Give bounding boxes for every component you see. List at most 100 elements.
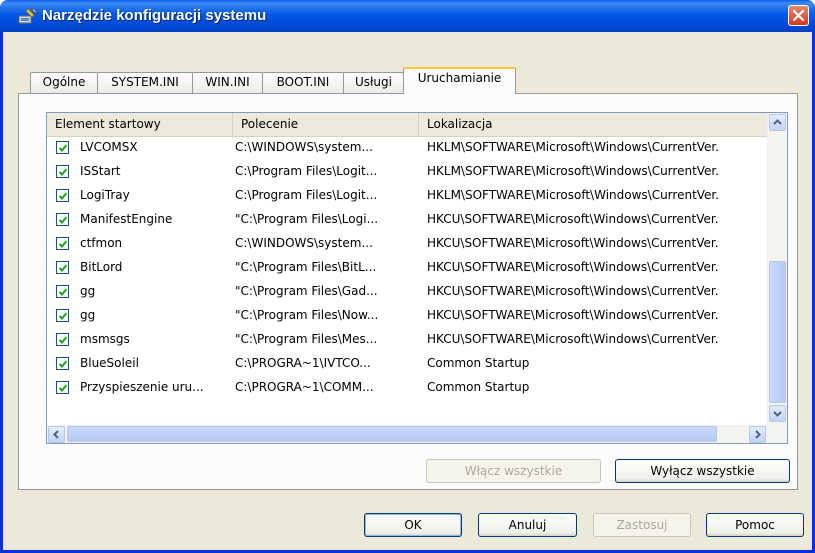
tab-services[interactable]: Usługi <box>343 72 404 93</box>
checkmark-icon <box>58 264 68 272</box>
horizontal-scroll-thumb[interactable] <box>67 426 717 442</box>
startup-item-command: C:\PROGRA~1\IVTCO... <box>235 356 371 370</box>
startup-item-location: Common Startup <box>427 380 530 394</box>
checkmark-icon <box>58 168 68 176</box>
startup-item-name: gg <box>80 284 96 298</box>
table-row[interactable]: ManifestEngine "C:\Program Files\Logi... H… <box>47 209 767 233</box>
startup-item-location: HKCU\SOFTWARE\Microsoft\Windows\CurrentV… <box>427 332 719 346</box>
enable-all-button[interactable]: Włącz wszystkie <box>426 459 601 483</box>
tab-label: SYSTEM.INI <box>111 75 179 89</box>
startup-item-checkbox[interactable] <box>56 309 69 322</box>
help-button[interactable]: Pomoc <box>706 513 804 537</box>
checkmark-icon <box>58 360 68 368</box>
tab-label: Ogólne <box>42 75 86 89</box>
scroll-right-button[interactable] <box>749 426 766 443</box>
checkmark-icon <box>58 216 68 224</box>
tab-label: WIN.INI <box>205 75 250 89</box>
tab-system-ini[interactable]: SYSTEM.INI <box>97 72 193 93</box>
table-row[interactable]: msmsgs "C:\Program Files\Mes... HKCU\SOFTW… <box>47 329 767 353</box>
table-row[interactable]: ISStart C:\Program Files\Logit... HKLM\SOF… <box>47 161 767 185</box>
title-bar[interactable]: Narzędzie konfiguracji systemu <box>0 0 815 32</box>
column-header-startup-item[interactable]: Element startowy <box>47 113 233 136</box>
startup-item-name: BlueSoleil <box>80 356 139 370</box>
checkmark-icon <box>58 336 68 344</box>
startup-item-command: C:\WINDOWS\system... <box>235 140 373 154</box>
disable-all-button[interactable]: Wyłącz wszystkie <box>615 459 790 483</box>
startup-item-command: "C:\Program Files\BitL... <box>235 260 377 274</box>
ok-button[interactable]: OK <box>364 513 462 537</box>
startup-item-checkbox[interactable] <box>56 261 69 274</box>
tab-startup[interactable]: Uruchamianie <box>403 67 516 94</box>
dialog-window: Narzędzie konfiguracji systemu Ogólne SY… <box>0 0 815 553</box>
startup-item-command: C:\Program Files\Logit... <box>235 164 378 178</box>
cancel-button[interactable]: Anuluj <box>478 513 577 537</box>
checkmark-icon <box>58 384 68 392</box>
startup-item-name: msmsgs <box>80 332 130 346</box>
tab-general[interactable]: Ogólne <box>30 72 98 93</box>
window-title: Narzędzie konfiguracji systemu <box>42 7 267 24</box>
column-header-command[interactable]: Polecenie <box>233 113 419 136</box>
startup-item-checkbox[interactable] <box>56 285 69 298</box>
tab-boot-ini[interactable]: BOOT.INI <box>262 72 344 93</box>
close-icon <box>792 9 805 22</box>
table-row[interactable]: gg "C:\Program Files\Now... HKCU\SOFTWARE\… <box>47 305 767 329</box>
close-button[interactable] <box>788 5 809 26</box>
startup-item-name: LogiTray <box>80 188 130 202</box>
startup-item-checkbox[interactable] <box>56 141 69 154</box>
startup-item-checkbox[interactable] <box>56 213 69 226</box>
horizontal-scrollbar[interactable] <box>47 425 787 443</box>
checkmark-icon <box>58 288 68 296</box>
startup-item-location: HKCU\SOFTWARE\Microsoft\Windows\CurrentV… <box>427 284 719 298</box>
table-row[interactable]: Przyspieszenie uru... C:\PROGRA~1\COMM...… <box>47 377 767 401</box>
table-row[interactable]: gg "C:\Program Files\Gad... HKCU\SOFTWARE\… <box>47 281 767 305</box>
startup-item-checkbox[interactable] <box>56 357 69 370</box>
startup-item-command: C:\WINDOWS\system... <box>235 236 373 250</box>
scroll-left-button[interactable] <box>48 426 65 443</box>
startup-item-command: "C:\Program Files\Mes... <box>235 332 378 346</box>
startup-item-command: "C:\Program Files\Now... <box>235 308 379 322</box>
tab-win-ini[interactable]: WIN.INI <box>192 72 263 93</box>
startup-item-checkbox[interactable] <box>56 165 69 178</box>
vertical-scroll-thumb[interactable] <box>769 261 786 403</box>
startup-item-location: HKLM\SOFTWARE\Microsoft\Windows\CurrentV… <box>427 164 720 178</box>
table-row[interactable]: LogiTray C:\Program Files\Logit... HKLM\SO… <box>47 185 767 209</box>
table-row[interactable]: BitLord "C:\Program Files\BitL... HKCU\SOF… <box>47 257 767 281</box>
startup-item-command: "C:\Program Files\Logi... <box>235 212 379 226</box>
list-header: Element startowy Polecenie Lokalizacja <box>47 113 767 137</box>
chevron-left-icon <box>53 430 59 439</box>
tab-label: Uruchamianie <box>417 71 502 85</box>
msconfig-app-icon <box>18 7 38 25</box>
startup-item-name: ManifestEngine <box>80 212 173 226</box>
table-row[interactable]: BlueSoleil C:\PROGRA~1\IVTCO... Common Sta… <box>47 353 767 377</box>
apply-button[interactable]: Zastosuj <box>593 513 691 537</box>
table-row[interactable]: ctfmon C:\WINDOWS\system... HKCU\SOFTWARE\… <box>47 233 767 257</box>
tab-label: BOOT.INI <box>276 75 330 89</box>
scroll-down-button[interactable] <box>769 405 786 422</box>
startup-item-checkbox[interactable] <box>56 237 69 250</box>
startup-item-location: HKCU\SOFTWARE\Microsoft\Windows\CurrentV… <box>427 260 719 274</box>
column-header-location[interactable]: Lokalizacja <box>419 113 767 136</box>
startup-item-location: Common Startup <box>427 356 530 370</box>
table-row[interactable]: LVCOMSX C:\WINDOWS\system... HKLM\SOFTWARE… <box>47 137 767 161</box>
startup-item-command: C:\Program Files\Logit... <box>235 188 378 202</box>
startup-item-name: ISStart <box>80 164 121 178</box>
startup-list[interactable]: Element startowy Polecenie Lokalizacja L… <box>46 112 788 444</box>
checkmark-icon <box>58 240 68 248</box>
tab-label: Usługi <box>354 75 392 89</box>
chevron-right-icon <box>755 430 761 439</box>
startup-item-location: HKCU\SOFTWARE\Microsoft\Windows\CurrentV… <box>427 236 719 250</box>
scroll-up-button[interactable] <box>769 114 786 131</box>
startup-item-location: HKLM\SOFTWARE\Microsoft\Windows\CurrentV… <box>427 140 720 154</box>
startup-item-name: ctfmon <box>80 236 123 250</box>
startup-item-command: "C:\Program Files\Gad... <box>235 284 378 298</box>
vertical-scrollbar[interactable] <box>767 113 787 425</box>
checkmark-icon <box>58 192 68 200</box>
startup-item-command: C:\PROGRA~1\COMM... <box>235 380 374 394</box>
startup-item-name: LVCOMSX <box>80 140 138 154</box>
startup-item-checkbox[interactable] <box>56 189 69 202</box>
chevron-up-icon <box>773 119 782 125</box>
startup-item-name: Przyspieszenie uru... <box>80 380 204 394</box>
startup-item-checkbox[interactable] <box>56 381 69 394</box>
startup-item-location: HKCU\SOFTWARE\Microsoft\Windows\CurrentV… <box>427 212 719 226</box>
startup-item-checkbox[interactable] <box>56 333 69 346</box>
